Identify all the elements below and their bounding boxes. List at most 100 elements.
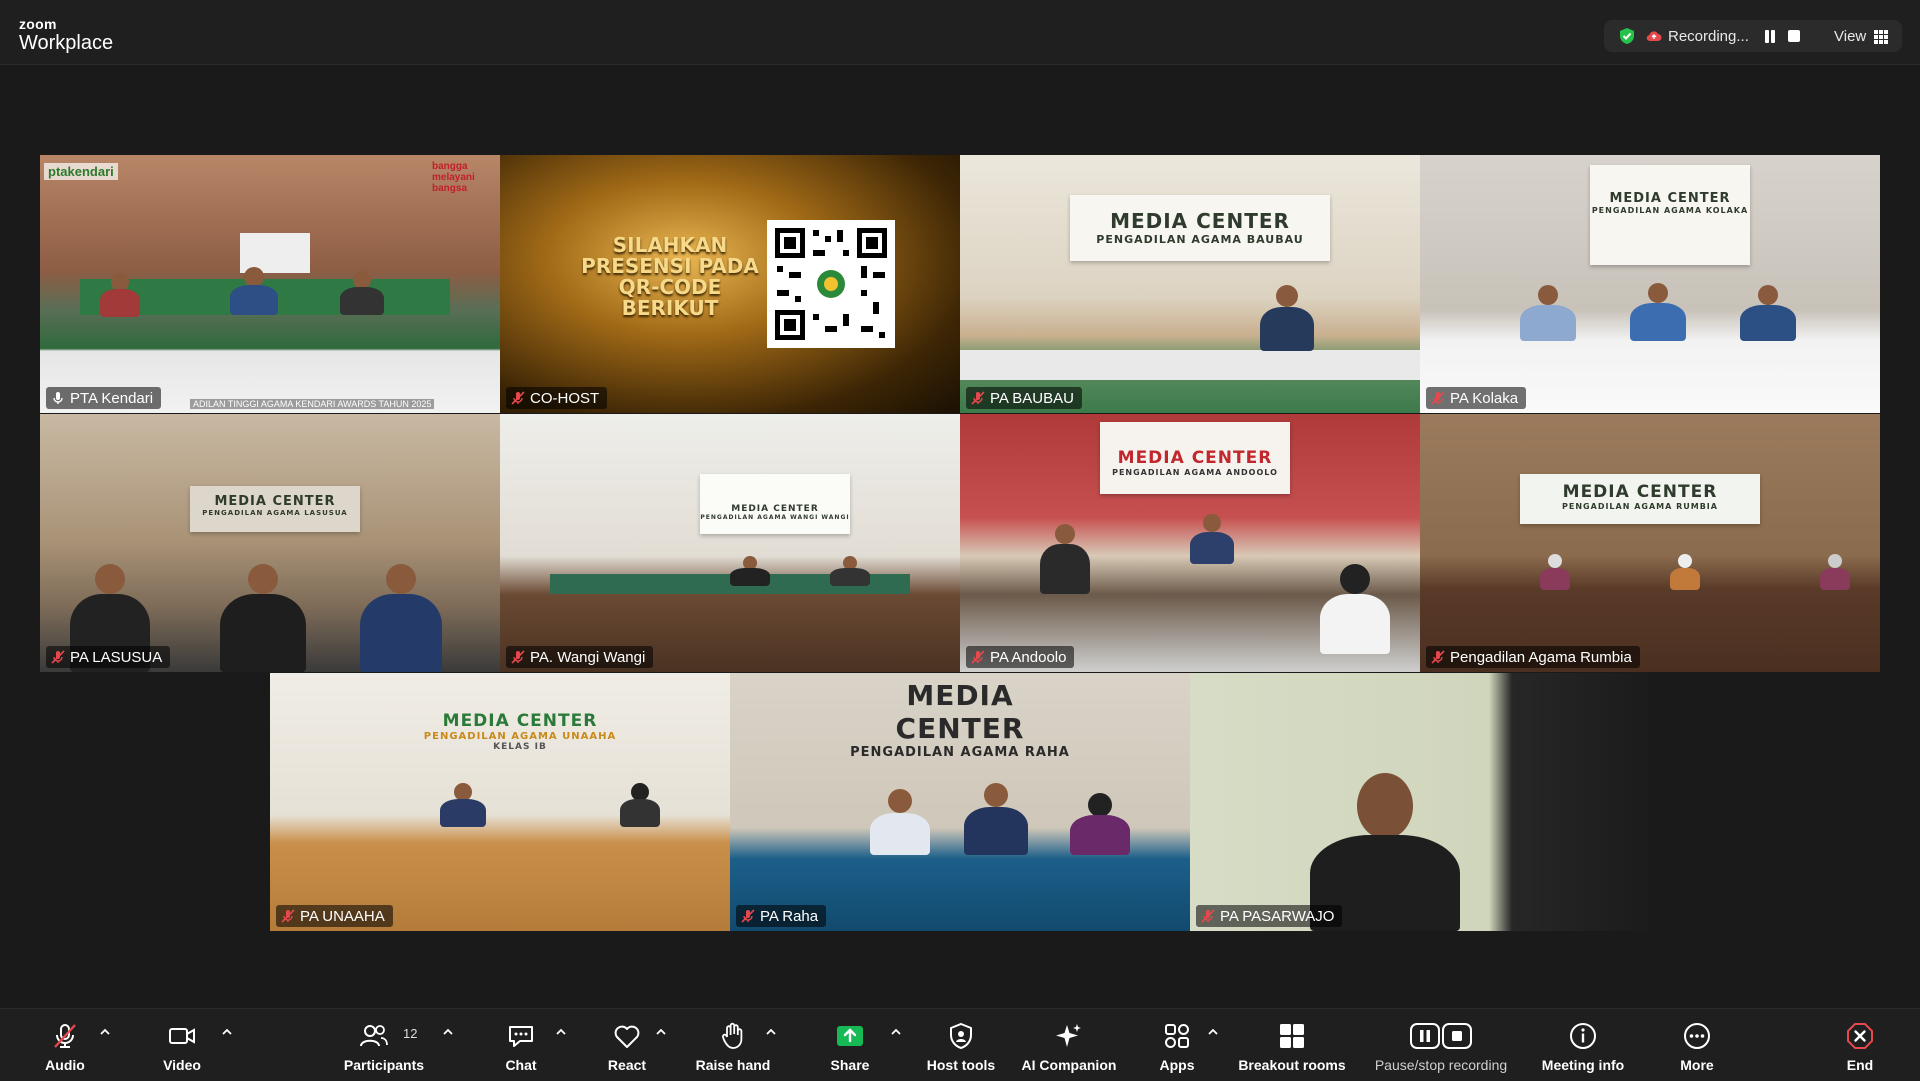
banner-subtitle: PENGADILAN AGAMA RUMBIA — [1562, 502, 1718, 511]
recording-indicator: Recording... View — [1604, 20, 1902, 52]
ai-companion-button[interactable]: AI Companion — [1018, 1009, 1120, 1081]
participant-name: Pengadilan Agama Rumbia — [1450, 648, 1632, 666]
mic-muted-icon — [1200, 908, 1216, 924]
media-center-banner: MEDIA CENTER PENGADILAN AGAMA RUMBIA — [1520, 474, 1760, 524]
person — [360, 564, 442, 672]
heart-icon — [614, 1025, 640, 1048]
share-screen-icon — [837, 1026, 863, 1046]
react-button[interactable]: React — [602, 1009, 652, 1081]
participant-name: PA Andoolo — [990, 648, 1067, 666]
end-meeting-button[interactable]: End — [1842, 1009, 1878, 1081]
banner-subtitle: PENGADILAN AGAMA LASUSUA — [202, 509, 348, 517]
participant-name: PA Raha — [760, 907, 819, 925]
video-tile-pengadilan-agama-rumbia[interactable]: MEDIA CENTER PENGADILAN AGAMA RUMBIA Pen… — [1420, 414, 1880, 672]
participant-name-label: PA UNAAHA — [276, 905, 393, 927]
media-center-banner: MEDIA CENTER PENGADILAN AGAMA KOLAKA — [1590, 165, 1750, 265]
person — [1040, 524, 1090, 594]
video-tile-pa-wangi-wangi[interactable]: MEDIA CENTER PENGADILAN AGAMA WANGI WANG… — [500, 414, 960, 672]
info-icon — [1570, 1023, 1596, 1049]
banner-subtitle: PENGADILAN AGAMA ANDOOLO — [1112, 468, 1278, 477]
zoom-logo: zoom Workplace — [19, 17, 113, 53]
raise-hand-options-chevron-icon[interactable] — [765, 1027, 777, 1037]
more-button[interactable]: More — [1672, 1009, 1722, 1081]
stop-recording-icon[interactable] — [1788, 30, 1800, 42]
video-tile-pa-raha[interactable]: MEDIA CENTER PENGADILAN AGAMA RAHA PA Ra… — [730, 673, 1190, 931]
react-options-chevron-icon[interactable] — [655, 1027, 667, 1037]
apps-label: Apps — [1159, 1057, 1195, 1073]
video-button[interactable]: Video — [152, 1009, 212, 1081]
overlay-logo: ptakendari — [44, 163, 118, 180]
video-camera-icon — [169, 1028, 195, 1044]
participants-options-chevron-icon[interactable] — [442, 1027, 454, 1037]
participants-label: Participants — [343, 1057, 425, 1073]
encryption-shield-icon[interactable] — [1618, 27, 1636, 45]
react-label: React — [607, 1057, 647, 1073]
participants-button[interactable]: Participants — [340, 1009, 428, 1081]
video-tile-pa-andoolo[interactable]: MEDIA CENTER PENGADILAN AGAMA ANDOOLO PA… — [960, 414, 1420, 672]
video-tile-pa-unaaha[interactable]: MEDIA CENTER PENGADILAN AGAMA UNAAHA KEL… — [270, 673, 730, 931]
banner-title: MEDIA CENTER — [1609, 191, 1731, 206]
person — [1190, 514, 1234, 564]
audio-button[interactable]: Audio — [35, 1009, 95, 1081]
person — [1260, 285, 1314, 351]
mic-muted-icon — [970, 649, 986, 665]
participant-name-label: PA Kolaka — [1426, 387, 1527, 409]
banner-subtitle: PENGADILAN AGAMA RAHA — [850, 745, 1070, 760]
share-button[interactable]: Share — [824, 1009, 876, 1081]
person — [1670, 554, 1700, 590]
participant-name: PA LASUSUA — [70, 648, 163, 666]
pause-recording-icon[interactable] — [1764, 30, 1776, 43]
banner-title: MEDIA CENTER — [895, 679, 1025, 745]
banner-subtitle: PENGADILAN AGAMA UNAAHA — [423, 731, 617, 742]
video-tile-pta-kendari[interactable]: ptakendari bangga melayani bangsa ADILAN… — [40, 155, 500, 413]
mic-icon — [50, 390, 66, 406]
breakout-rooms-button[interactable]: Breakout rooms — [1236, 1009, 1348, 1081]
meeting-info-button[interactable]: Meeting info — [1534, 1009, 1632, 1081]
media-center-banner: MEDIA CENTER PENGADILAN AGAMA BAUBAU — [1070, 195, 1330, 261]
pause-stop-recording-icon — [1410, 1023, 1472, 1049]
cloud-record-icon — [1646, 31, 1662, 42]
host-tools-button[interactable]: Host tools — [920, 1009, 1002, 1081]
chat-label: Chat — [505, 1057, 537, 1073]
view-grid-icon[interactable] — [1874, 30, 1888, 44]
media-center-banner: MEDIA CENTER PENGADILAN AGAMA WANGI WANG… — [700, 474, 850, 534]
end-label: End — [1846, 1057, 1874, 1073]
participant-name: PA UNAAHA — [300, 907, 385, 925]
media-center-banner: MEDIA CENTER PENGADILAN AGAMA UNAAHA KEL… — [420, 703, 620, 763]
raise-hand-label: Raise hand — [695, 1057, 771, 1073]
participant-name: PA Kolaka — [1450, 389, 1519, 407]
banner-subtitle: PENGADILAN AGAMA KOLAKA — [1591, 206, 1749, 215]
ai-companion-label: AI Companion — [1021, 1057, 1117, 1073]
share-options-chevron-icon[interactable] — [890, 1027, 902, 1037]
video-tile-pa-baubau[interactable]: MEDIA CENTER PENGADILAN AGAMA BAUBAU PA … — [960, 155, 1420, 413]
overlay-tag: bangga melayani bangsa — [432, 161, 475, 194]
mic-muted-icon — [280, 908, 296, 924]
video-feed — [1420, 414, 1880, 672]
video-options-chevron-icon[interactable] — [221, 1027, 233, 1037]
apps-options-chevron-icon[interactable] — [1207, 1027, 1219, 1037]
chat-options-chevron-icon[interactable] — [555, 1027, 567, 1037]
pause-stop-recording-button[interactable]: Pause/stop recording — [1366, 1009, 1516, 1081]
raise-hand-button[interactable]: Raise hand — [690, 1009, 776, 1081]
recording-status: Recording... — [1668, 28, 1749, 45]
media-center-banner: MEDIA CENTER PENGADILAN AGAMA LASUSUA — [190, 486, 360, 532]
person — [1520, 285, 1576, 341]
person — [1630, 283, 1686, 341]
banner-subtitle: PENGADILAN AGAMA BAUBAU — [1096, 233, 1304, 246]
person — [1820, 554, 1850, 590]
apps-button[interactable]: Apps — [1152, 1009, 1202, 1081]
banner-title: MEDIA CENTER — [442, 711, 598, 731]
banner-title: MEDIA CENTER — [214, 494, 336, 509]
video-tile-pa-kolaka[interactable]: MEDIA CENTER PENGADILAN AGAMA KOLAKA PA … — [1420, 155, 1880, 413]
participant-name: CO-HOST — [530, 389, 600, 407]
video-tile-co-host[interactable]: SILAHKAN PRESENSI PADA QR-CODE BERIKUT C… — [500, 155, 960, 413]
video-tile-pa-lasusua[interactable]: MEDIA CENTER PENGADILAN AGAMA LASUSUA PA… — [40, 414, 500, 672]
audio-options-chevron-icon[interactable] — [99, 1027, 111, 1037]
chat-button[interactable]: Chat — [496, 1009, 546, 1081]
qr-code — [767, 220, 895, 348]
shield-icon — [950, 1022, 972, 1050]
person — [230, 267, 278, 315]
view-button[interactable]: View — [1834, 28, 1866, 45]
person — [100, 273, 140, 317]
video-tile-pa-pasarwajo[interactable]: PA PASARWAJO — [1190, 673, 1650, 931]
